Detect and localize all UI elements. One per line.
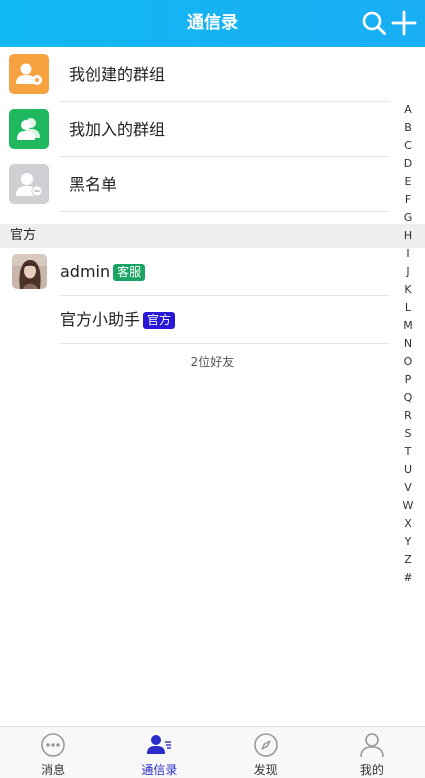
- index-letter[interactable]: F: [398, 191, 418, 209]
- index-letter[interactable]: W: [398, 497, 418, 515]
- divider: [59, 211, 390, 212]
- index-letter[interactable]: B: [398, 119, 418, 137]
- index-letter[interactable]: M: [398, 317, 418, 335]
- tab-label: 我的: [359, 763, 384, 777]
- index-letter[interactable]: I: [398, 245, 418, 263]
- user-plus-icon: [9, 54, 49, 94]
- index-letter[interactable]: G: [398, 209, 418, 227]
- index-letter[interactable]: K: [398, 281, 418, 299]
- tab-label: 通信录: [141, 763, 178, 777]
- index-letter[interactable]: U: [398, 461, 418, 479]
- contact-name-text: 官方小助手: [60, 310, 141, 329]
- index-letter[interactable]: Q: [398, 389, 418, 407]
- search-icon: [362, 11, 386, 35]
- role-badge: 客服: [113, 263, 146, 281]
- group-label: 黑名单: [69, 175, 118, 194]
- tab-me[interactable]: 我的: [319, 727, 425, 778]
- compass-icon: [253, 733, 278, 757]
- friend-count: 2位好友: [190, 355, 235, 369]
- users-icon: [9, 109, 49, 149]
- divider: [59, 343, 390, 344]
- plus-icon: [391, 10, 417, 36]
- user-block-icon: [9, 164, 49, 204]
- group-row-joined[interactable]: 我加入的群组: [0, 102, 390, 157]
- index-letter[interactable]: Z: [398, 551, 418, 569]
- index-letter[interactable]: P: [398, 371, 418, 389]
- contacts-icon: [147, 735, 172, 754]
- index-letter[interactable]: Y: [398, 533, 418, 551]
- top-bar: 通信录: [0, 0, 425, 47]
- contact-name: 官方小助手 官方: [60, 296, 176, 344]
- tab-bar: 消息 通信录 发现 我的: [0, 726, 425, 778]
- index-letter[interactable]: R: [398, 407, 418, 425]
- index-letter[interactable]: C: [398, 137, 418, 155]
- index-letter[interactable]: S: [398, 425, 418, 443]
- index-letter[interactable]: O: [398, 353, 418, 371]
- index-letter[interactable]: X: [398, 515, 418, 533]
- chat-bubble-icon: [41, 733, 65, 757]
- tab-messages[interactable]: 消息: [0, 727, 106, 778]
- index-letter[interactable]: H: [398, 227, 418, 245]
- search-button[interactable]: [361, 10, 387, 36]
- section-header: 官方: [0, 224, 425, 248]
- tab-contacts[interactable]: 通信录: [106, 727, 212, 778]
- avatar: [12, 254, 47, 289]
- index-letter[interactable]: A: [398, 101, 418, 119]
- index-letter[interactable]: V: [398, 479, 418, 497]
- index-letter[interactable]: J: [398, 263, 418, 281]
- index-letter[interactable]: N: [398, 335, 418, 353]
- index-letter[interactable]: E: [398, 173, 418, 191]
- index-letter[interactable]: T: [398, 443, 418, 461]
- tab-discover[interactable]: 发现: [213, 727, 319, 778]
- index-letter[interactable]: D: [398, 155, 418, 173]
- group-label: 我创建的群组: [69, 65, 166, 84]
- contact-row-assistant[interactable]: 官方小助手 官方: [0, 296, 390, 344]
- contact-name: admin 客服: [60, 248, 146, 296]
- group-row-created[interactable]: 我创建的群组: [0, 47, 390, 102]
- role-badge: 官方: [143, 311, 176, 329]
- person-icon: [360, 733, 384, 758]
- tab-label: 发现: [253, 763, 278, 777]
- index-letter[interactable]: #: [398, 569, 418, 587]
- contact-row-admin[interactable]: admin 客服: [0, 248, 390, 296]
- contact-name-text: admin: [60, 262, 111, 281]
- alphabet-index[interactable]: A B C D E F G H I J K L M N O P Q R S T U V W X Y Z #: [398, 101, 418, 587]
- group-row-blacklist[interactable]: 黑名单: [0, 157, 390, 212]
- add-button[interactable]: [391, 10, 417, 36]
- index-letter[interactable]: L: [398, 299, 418, 317]
- tab-label: 消息: [41, 763, 66, 777]
- group-label: 我加入的群组: [69, 120, 166, 139]
